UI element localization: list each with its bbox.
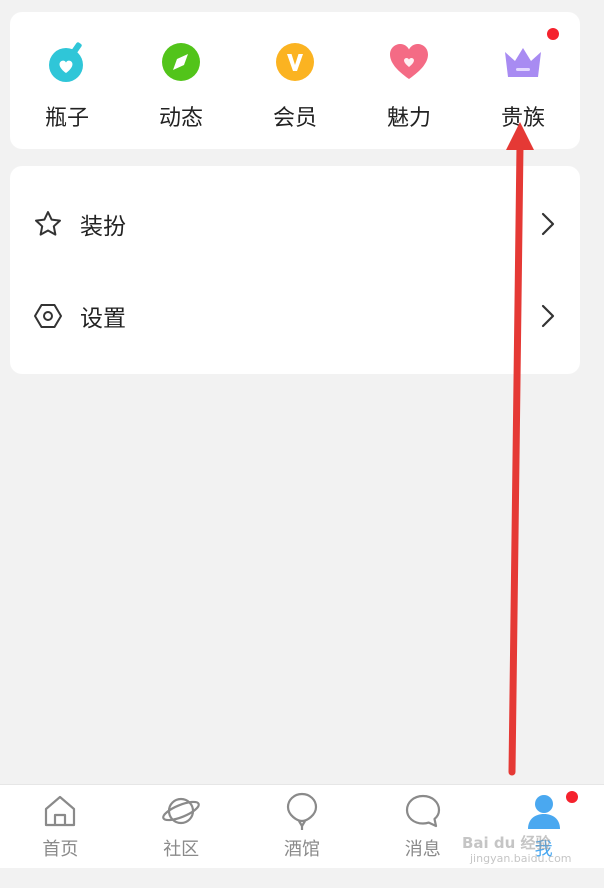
tab-tavern[interactable]: 酒馆	[252, 791, 352, 861]
tab-label: 我	[534, 839, 553, 860]
chat-bubble-icon	[403, 791, 443, 831]
quick-item-label: 动态	[158, 106, 203, 131]
menu-item-settings[interactable]: 设置	[10, 270, 580, 362]
balloon-icon	[282, 791, 322, 831]
quick-item-moments[interactable]: 动态	[131, 40, 231, 132]
tab-label: 酒馆	[283, 839, 320, 860]
crown-icon	[501, 40, 545, 84]
tab-me[interactable]: 我	[494, 791, 594, 861]
notification-dot	[547, 28, 559, 40]
star-icon	[32, 208, 64, 240]
notification-dot	[565, 791, 578, 803]
quick-item-bottle[interactable]: 瓶子	[17, 40, 117, 132]
tab-label: 消息	[404, 839, 441, 860]
quick-access-card: 瓶子 动态 会员 魅力 贵族	[10, 12, 580, 149]
tab-label: 社区	[163, 839, 200, 860]
bottom-tab-bar: 首页 社区 酒馆 消息 我	[0, 784, 604, 868]
avatar-icon	[524, 791, 564, 831]
chevron-right-icon	[538, 210, 558, 238]
menu-card: 装扮 设置	[10, 166, 580, 374]
menu-item-label: 装扮	[80, 214, 126, 240]
profile-page: 瓶子 动态 会员 魅力 贵族 装扮 设置 首页 社区 酒馆 消息 我 Bai d…	[0, 0, 604, 888]
home-icon	[40, 791, 80, 831]
quick-item-label: 贵族	[500, 106, 545, 131]
quick-item-label: 魅力	[386, 106, 431, 131]
quick-item-noble[interactable]: 贵族	[473, 28, 573, 132]
heart-icon	[387, 40, 431, 84]
menu-item-dress-up[interactable]: 装扮	[10, 178, 580, 270]
quick-item-charm[interactable]: 魅力	[359, 40, 459, 132]
quick-item-vip[interactable]: 会员	[245, 40, 345, 132]
chevron-right-icon	[538, 302, 558, 330]
tab-label: 首页	[42, 839, 79, 860]
quick-item-label: 会员	[272, 106, 317, 131]
tab-community[interactable]: 社区	[131, 791, 231, 861]
tab-messages[interactable]: 消息	[373, 791, 473, 861]
menu-item-label: 设置	[80, 306, 126, 332]
planet-icon	[161, 791, 201, 831]
compass-icon	[159, 40, 203, 84]
vip-icon	[273, 40, 317, 84]
bottle-icon	[45, 40, 89, 84]
quick-item-label: 瓶子	[44, 106, 89, 131]
tab-home[interactable]: 首页	[10, 791, 110, 861]
hexagon-settings-icon	[32, 300, 64, 332]
